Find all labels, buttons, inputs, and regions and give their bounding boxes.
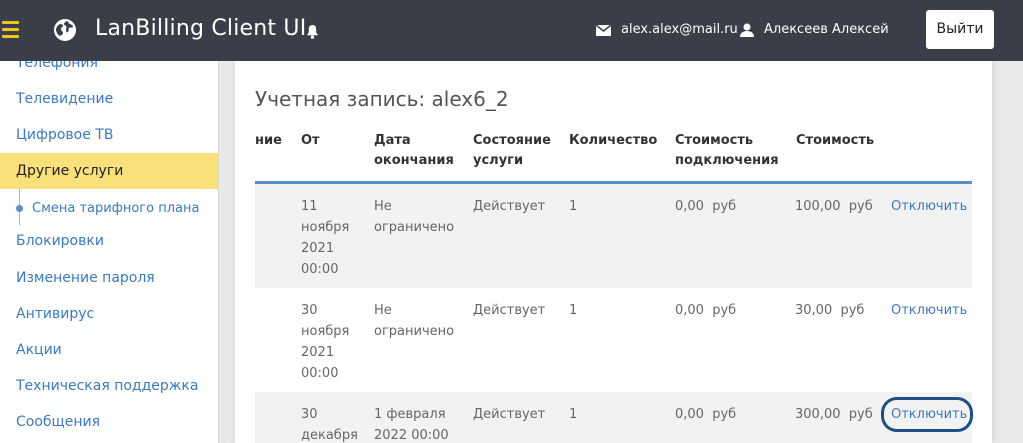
column-header-state[interactable]: Состояние услуги (473, 131, 559, 171)
sidebar-item-messages[interactable]: Сообщения (0, 404, 218, 440)
services-card: Учетная запись: alex6_2 ние От Дата окон… (235, 61, 992, 443)
cell-from: 30 ноября 2021 00:00 (301, 303, 350, 381)
top-bar: LanBilling Client UI alex.alex@mail.ru А… (0, 0, 1023, 61)
cell-state: Действует (473, 199, 546, 214)
cell-quantity: 1 (569, 407, 578, 422)
cell-quantity: 1 (569, 199, 578, 214)
cell-end-date: 1 февраля 2022 00:00 (374, 407, 449, 443)
column-header-end-date[interactable]: Дата окончания (374, 131, 460, 171)
sidebar-item-support[interactable]: Техническая поддержка (0, 368, 218, 404)
account-title: Учетная запись: alex6_2 (255, 87, 509, 111)
sidebar-item-antivirus[interactable]: Антивирус (0, 296, 218, 332)
column-header-name[interactable]: ние (255, 131, 282, 151)
table-row: 30 ноября 2021 00:00 Не ограничено Дейст… (255, 288, 972, 392)
user-email: alex.alex@mail.ru (621, 22, 738, 37)
sidebar-item-other-services[interactable]: Другие услуги (0, 153, 218, 189)
sidebar-item-change-password[interactable]: Изменение пароля (0, 260, 218, 296)
column-header-from[interactable]: От (301, 131, 320, 151)
cell-state: Действует (473, 407, 546, 422)
table-row: 30 декабря 1 февраля 2022 00:00 Действуе… (255, 392, 973, 443)
column-header-cost[interactable]: Стоимость (796, 131, 874, 151)
cell-end-date: Не ограничено (374, 199, 455, 235)
app-title[interactable]: LanBilling Client UI (95, 16, 306, 41)
sidebar-item-digital-tv[interactable]: Цифровое ТВ (0, 117, 218, 153)
disable-link[interactable]: Отключить (891, 196, 967, 217)
mail-icon (596, 25, 611, 36)
cell-cost: 30,00 руб (795, 303, 865, 318)
user-icon (740, 23, 754, 37)
cell-quantity: 1 (569, 303, 578, 318)
sidebar-item-telephony[interactable]: Телефония (0, 61, 218, 81)
menu-icon[interactable] (2, 21, 19, 39)
table-row: 11 ноября 2021 00:00 Не ограничено Дейст… (255, 184, 972, 288)
column-header-quantity[interactable]: Количество (569, 131, 657, 151)
cell-connection-cost: 0,00 руб (675, 407, 737, 422)
column-header-connection-cost[interactable]: Стоимость подключения (675, 131, 785, 171)
cell-connection-cost: 0,00 руб (675, 303, 737, 318)
cell-cost: 300,00 руб (795, 407, 873, 422)
cell-cost: 100,00 руб (795, 199, 873, 214)
sidebar-item-change-tariff[interactable]: Смена тарифного плана (0, 191, 218, 227)
sidebar-item-blocks[interactable]: Блокировки (0, 223, 218, 259)
sidebar-item-television[interactable]: Телевидение (0, 81, 218, 117)
sidebar-item-promotions[interactable]: Акции (0, 332, 218, 368)
logout-button[interactable]: Выйти (925, 9, 995, 50)
sidebar: Телефония Телевидение Цифровое ТВ Другие… (0, 61, 219, 443)
cell-connection-cost: 0,00 руб (675, 199, 737, 214)
user-name[interactable]: Алексеев Алексей (764, 22, 889, 37)
disable-link[interactable]: Отключить (891, 404, 967, 425)
cell-end-date: Не ограничено (374, 303, 455, 339)
cell-state: Действует (473, 303, 546, 318)
globe-icon (54, 19, 76, 41)
cell-from: 30 декабря (301, 407, 358, 443)
bell-icon[interactable] (306, 24, 319, 39)
disable-link[interactable]: Отключить (891, 300, 967, 321)
cell-from: 11 ноября 2021 00:00 (301, 199, 350, 277)
